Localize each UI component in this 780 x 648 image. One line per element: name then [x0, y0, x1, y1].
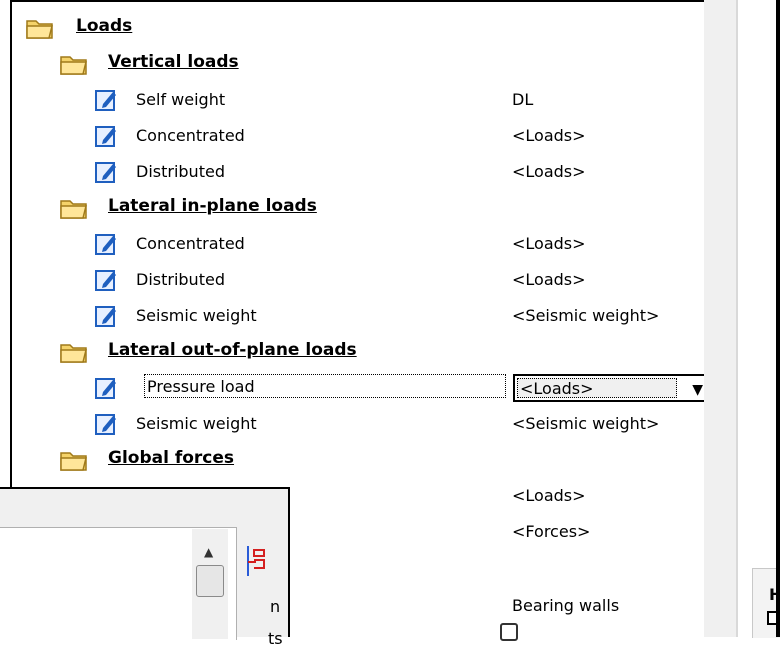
tree-item-self-weight[interactable]: Self weight DL [12, 82, 712, 118]
cut-label-fragment: n [270, 597, 281, 616]
item-value[interactable]: <Seismic weight> [512, 414, 659, 433]
item-value[interactable]: <Seismic weight> [512, 306, 659, 325]
item-value[interactable]: DL [512, 90, 533, 109]
item-value[interactable]: <Loads> [512, 270, 586, 289]
folder-icon [60, 56, 87, 75]
window-edge [776, 0, 780, 637]
folder-icon [60, 452, 87, 471]
group-label: Lateral in-plane loads [108, 196, 317, 216]
edit-document-icon [95, 378, 116, 399]
edit-document-icon [95, 414, 116, 435]
checkbox[interactable] [500, 623, 518, 641]
group-label: Lateral out-of-plane loads [108, 340, 357, 360]
tree-root-label: Loads [76, 16, 133, 36]
tree-group-lateral-in-plane-loads[interactable]: Lateral in-plane loads [12, 190, 712, 226]
item-label: Seismic weight [136, 414, 257, 433]
edit-document-icon [95, 270, 116, 291]
tree-item-distributed[interactable]: Distributed <Loads> [12, 262, 712, 298]
right-pane [738, 0, 778, 637]
value-dropdown[interactable]: <Loads> ▼ [513, 374, 711, 402]
item-label: Seismic weight [136, 306, 257, 325]
tree-item-concentrated[interactable]: Concentrated <Loads> [12, 118, 712, 154]
tree-root-loads[interactable]: Loads [12, 10, 712, 46]
tree-item-pressure-load[interactable]: Pressure load <Loads> ▼ [12, 370, 712, 406]
tree-group-vertical-loads[interactable]: Vertical loads [12, 46, 712, 82]
scroll-up-arrow-icon[interactable]: ▲ [204, 545, 213, 559]
tree-item-seismic-weight[interactable]: Seismic weight <Seismic weight> [12, 298, 712, 334]
item-value[interactable]: <Loads> [512, 162, 586, 181]
item-label: Concentrated [136, 234, 245, 253]
item-label: Distributed [136, 270, 225, 289]
item-label: Distributed [136, 162, 225, 181]
panel-gutter [704, 0, 736, 637]
folder-icon [60, 344, 87, 363]
item-value[interactable]: <Forces> [512, 522, 590, 541]
dropdown-arrow-icon[interactable]: ▼ [692, 382, 703, 398]
item-value[interactable]: <Loads> [512, 126, 586, 145]
item-value[interactable]: <Loads> [512, 486, 586, 505]
item-value[interactable]: <Loads> [512, 234, 586, 253]
tree-group-global-forces[interactable]: Global forces [12, 442, 712, 478]
edit-document-icon [95, 306, 116, 327]
tree-item-seismic-weight[interactable]: Seismic weight <Seismic weight> [12, 406, 712, 442]
item-value[interactable]: Bearing walls [512, 596, 619, 615]
edit-document-icon [95, 90, 116, 111]
edit-document-icon [95, 234, 116, 255]
folder-icon [60, 200, 87, 219]
item-label: Concentrated [136, 126, 245, 145]
folder-icon [26, 20, 53, 39]
cut-label-fragment: ts [268, 629, 283, 648]
group-label: Vertical loads [108, 52, 239, 72]
group-label: Global forces [108, 448, 235, 468]
edit-document-icon [95, 162, 116, 183]
dock-pin-icon[interactable] [244, 544, 270, 578]
overlay-window: ▲ n ts [0, 487, 290, 648]
scrollbar-thumb[interactable] [196, 565, 224, 597]
item-label: Self weight [136, 90, 226, 109]
edit-document-icon [95, 126, 116, 147]
tree-item-distributed[interactable]: Distributed <Loads> [12, 154, 712, 190]
tree-item-concentrated[interactable]: Concentrated <Loads> [12, 226, 712, 262]
selected-item-label[interactable]: Pressure load [144, 374, 506, 398]
dropdown-selected-value[interactable]: <Loads> [517, 378, 677, 398]
tree-group-lateral-out-of-plane-loads[interactable]: Lateral out-of-plane loads [12, 334, 712, 370]
